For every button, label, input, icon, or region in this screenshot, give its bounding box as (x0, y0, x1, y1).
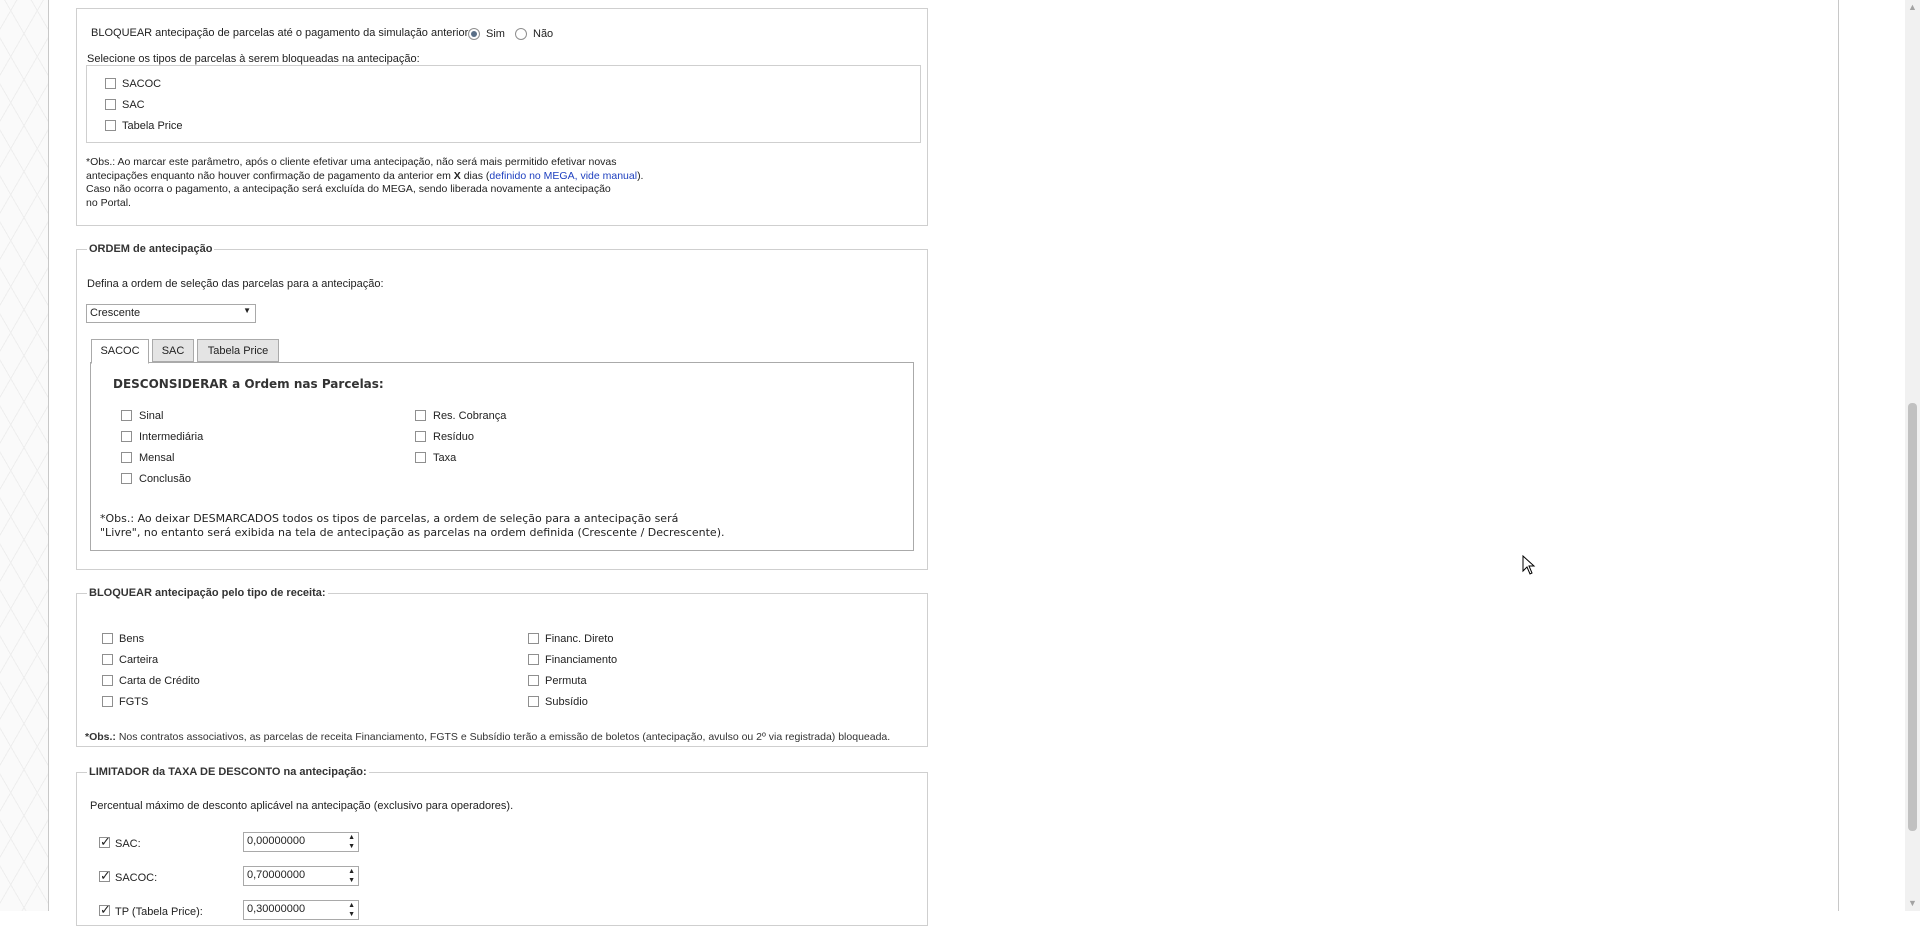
conclusao-label: Conclusão (139, 473, 191, 485)
checkbox-mensal[interactable] (121, 452, 132, 463)
checkbox-limit-sac[interactable] (99, 834, 111, 850)
obs-line-4: no Portal. (86, 196, 131, 209)
ordem-obs-line-2: "Livre", no entanto será exibida na tela… (100, 525, 725, 539)
limitador-label: Percentual máximo de desconto aplicável … (90, 800, 514, 812)
ordem-obs: *Obs.: Ao deixar DESMARCADOS todos os ti… (100, 512, 725, 539)
type-price-label: Tabela Price (122, 120, 183, 132)
receita-section: BLOQUEAR antecipação pelo tipo de receit… (76, 587, 928, 747)
content-left-border (48, 0, 49, 911)
limitador-legend: LIMITADOR da TAXA DE DESCONTO na antecip… (89, 766, 367, 778)
checkbox-financ-direto[interactable] (528, 633, 539, 644)
receita-obs-text: Nos contratos associativos, as parcelas … (118, 731, 891, 743)
scroll-up-icon[interactable]: ▲ (1905, 0, 1920, 15)
checkbox-residuo[interactable] (415, 431, 426, 442)
scrollbar-thumb[interactable] (1908, 403, 1917, 831)
tab-sac[interactable]: SAC (152, 339, 194, 362)
bens-label: Bens (119, 633, 145, 645)
obs-line-2a: antecipações enquanto não houver confirm… (86, 169, 451, 182)
obs-line-2c: ). (637, 169, 644, 182)
manual-link[interactable]: definido no MEGA, vide manual (489, 170, 637, 182)
block-previous-obs: *Obs.: Ao marcar este parâmetro, após o … (86, 156, 643, 210)
checkbox-intermediaria[interactable] (121, 431, 132, 442)
obs-line-2: antecipações enquanto não houver confirm… (86, 170, 643, 184)
carteira-label: Carteira (119, 654, 159, 666)
ordem-select-value: Crescente (90, 307, 141, 319)
radio-sim[interactable] (468, 28, 480, 40)
limit-sac-input[interactable]: 0,00000000 ▲ ▼ (243, 832, 359, 852)
ordem-label: Defina a ordem de seleção das parcelas p… (87, 278, 384, 290)
chevron-down-icon: ▼ (243, 306, 251, 315)
taxa-label: Taxa (433, 452, 457, 464)
sinal-label: Sinal (139, 410, 164, 422)
checkbox-res-cobranca[interactable] (415, 410, 426, 421)
carta-credito-label: Carta de Crédito (119, 675, 200, 687)
radio-sim-label[interactable]: Sim (486, 28, 505, 40)
vertical-scrollbar[interactable]: ▲ ▼ (1905, 0, 1920, 911)
type-sac-label: SAC (122, 99, 145, 111)
background-pattern (0, 0, 48, 911)
financiamento-label: Financiamento (545, 654, 618, 666)
intermediaria-label: Intermediária (139, 431, 204, 443)
obs-x-days: X (453, 169, 461, 182)
receita-legend: BLOQUEAR antecipação pelo tipo de receit… (89, 587, 326, 599)
checkbox-financiamento[interactable] (528, 654, 539, 665)
mouse-cursor-icon (1522, 555, 1536, 575)
checkbox-conclusao[interactable] (121, 473, 132, 484)
radio-nao-label[interactable]: Não (533, 28, 553, 40)
fgts-label: FGTS (119, 696, 149, 708)
limit-tp-input[interactable]: 0,30000000 ▲ ▼ (243, 900, 359, 920)
desconsiderar-title: DESCONSIDERAR a Ordem nas Parcelas: (113, 377, 384, 391)
checkbox-bens[interactable] (102, 633, 113, 644)
checkbox-carteira[interactable] (102, 654, 113, 665)
content-right-border (1838, 0, 1839, 911)
checkbox-sinal[interactable] (121, 410, 132, 421)
limitador-section: LIMITADOR da TAXA DE DESCONTO na antecip… (76, 766, 928, 926)
tab-sacoc[interactable]: SACOC (91, 339, 149, 364)
limit-sac-label: SAC: (115, 838, 141, 850)
limit-sacoc-value: 0,70000000 (247, 869, 306, 881)
checkbox-type-sacoc[interactable] (105, 78, 116, 89)
radio-nao[interactable] (515, 28, 527, 40)
block-previous-question: BLOQUEAR antecipação de parcelas até o p… (91, 27, 472, 39)
obs-line-1: *Obs.: Ao marcar este parâmetro, após o … (86, 156, 617, 168)
spinner-arrows-icon[interactable]: ▲ ▼ (348, 833, 355, 851)
checkbox-type-sac[interactable] (105, 99, 116, 110)
obs-line-2b: dias ( (463, 169, 490, 182)
scroll-down-icon[interactable]: ▼ (1905, 896, 1920, 911)
receita-obs: *Obs.: Nos contratos associativos, as pa… (85, 731, 890, 743)
checkbox-type-price[interactable] (105, 120, 116, 131)
obs-line-3: Caso não ocorra o pagamento, a antecipaç… (86, 183, 611, 195)
permuta-label: Permuta (545, 675, 587, 687)
ordem-legend: ORDEM de antecipação (89, 243, 213, 255)
tab-tabela-price[interactable]: Tabela Price (197, 339, 279, 362)
checkbox-taxa[interactable] (415, 452, 426, 463)
financ-direto-label: Financ. Direto (545, 633, 614, 645)
types-box (86, 65, 921, 143)
checkbox-permuta[interactable] (528, 675, 539, 686)
limit-sacoc-input[interactable]: 0,70000000 ▲ ▼ (243, 866, 359, 886)
spinner-arrows-icon[interactable]: ▲ ▼ (348, 901, 355, 919)
checkbox-carta-credito[interactable] (102, 675, 113, 686)
spinner-arrows-icon[interactable]: ▲ ▼ (348, 867, 355, 885)
receita-obs-bold: *Obs.: (85, 731, 116, 743)
limit-tp-label: TP (Tabela Price): (115, 906, 203, 918)
checkbox-subsidio[interactable] (528, 696, 539, 707)
ordem-obs-line-1: *Obs.: Ao deixar DESMARCADOS todos os ti… (100, 512, 679, 525)
limit-sacoc-label: SACOC: (115, 872, 158, 884)
subsidio-label: Subsídio (545, 696, 588, 708)
mensal-label: Mensal (139, 452, 175, 464)
type-sacoc-label: SACOC (122, 78, 162, 90)
checkbox-fgts[interactable] (102, 696, 113, 707)
residuo-label: Resíduo (433, 431, 474, 443)
limit-tp-value: 0,30000000 (247, 903, 306, 915)
res-cobranca-label: Res. Cobrança (433, 410, 507, 422)
checkbox-limit-sacoc[interactable] (99, 868, 111, 884)
ordem-select[interactable]: Crescente ▼ (86, 304, 256, 323)
limit-sac-value: 0,00000000 (247, 835, 306, 847)
types-label: Selecione os tipos de parcelas à serem b… (87, 53, 420, 65)
